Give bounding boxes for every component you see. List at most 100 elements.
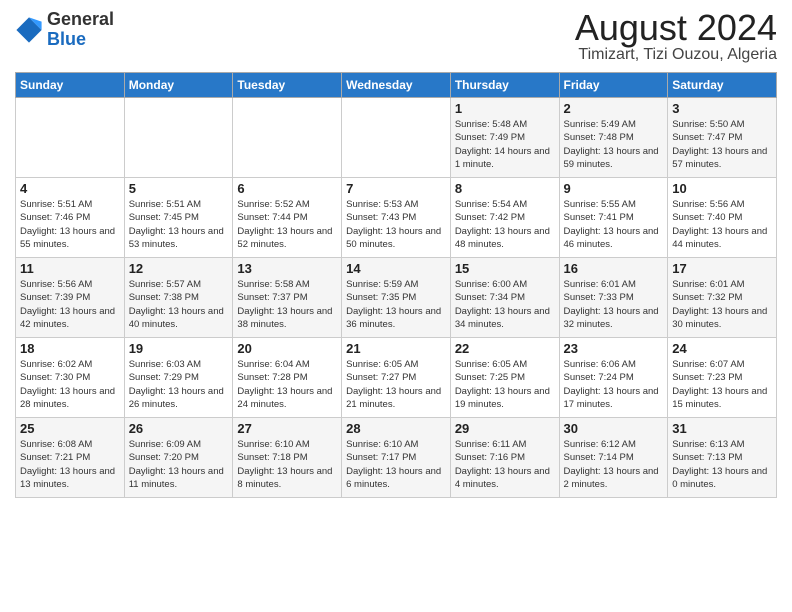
calendar-cell: 18 Sunrise: 6:02 AM Sunset: 7:30 PM Dayli… xyxy=(16,338,125,418)
day-number: 7 xyxy=(346,181,446,196)
calendar-cell: 6 Sunrise: 5:52 AM Sunset: 7:44 PM Daylig… xyxy=(233,178,342,258)
day-info: Sunrise: 5:59 AM Sunset: 7:35 PM Dayligh… xyxy=(346,278,446,331)
calendar-cell: 27Sunrise: 6:10 AM Sunset: 7:18 PM Dayli… xyxy=(233,418,342,498)
day-number: 31 xyxy=(672,421,772,436)
calendar-cell: 10Sunrise: 5:56 AM Sunset: 7:40 PM Dayli… xyxy=(668,178,777,258)
calendar-week-1: 1 Sunrise: 5:48 AM Sunset: 7:49 PM Daylig… xyxy=(16,98,777,178)
day-info: Sunrise: 5:51 AM Sunset: 7:45 PM Dayligh… xyxy=(129,198,229,251)
calendar-cell: 5 Sunrise: 5:51 AM Sunset: 7:45 PM Daylig… xyxy=(124,178,233,258)
calendar-cell xyxy=(16,98,125,178)
calendar-cell: 8Sunrise: 5:54 AM Sunset: 7:42 PM Daylig… xyxy=(450,178,559,258)
calendar-cell: 9 Sunrise: 5:55 AM Sunset: 7:41 PM Daylig… xyxy=(559,178,668,258)
day-info: Sunrise: 6:11 AM Sunset: 7:16 PM Dayligh… xyxy=(455,438,555,491)
day-header-friday: Friday xyxy=(559,73,668,98)
calendar-cell: 22 Sunrise: 6:05 AM Sunset: 7:25 PM Dayli… xyxy=(450,338,559,418)
page-title: August 2024 xyxy=(575,10,777,46)
calendar-cell: 16 Sunrise: 6:01 AM Sunset: 7:33 PM Dayli… xyxy=(559,258,668,338)
day-info: Sunrise: 5:56 AM Sunset: 7:39 PM Dayligh… xyxy=(20,278,120,331)
day-number: 26 xyxy=(129,421,229,436)
calendar-cell: 19Sunrise: 6:03 AM Sunset: 7:29 PM Dayli… xyxy=(124,338,233,418)
day-header-sunday: Sunday xyxy=(16,73,125,98)
calendar-cell: 20Sunrise: 6:04 AM Sunset: 7:28 PM Dayli… xyxy=(233,338,342,418)
calendar-week-3: 11 Sunrise: 5:56 AM Sunset: 7:39 PM Dayli… xyxy=(16,258,777,338)
calendar-cell: 14Sunrise: 5:59 AM Sunset: 7:35 PM Dayli… xyxy=(342,258,451,338)
day-info: Sunrise: 6:05 AM Sunset: 7:25 PM Dayligh… xyxy=(455,358,555,411)
day-number: 1 xyxy=(455,101,555,116)
day-number: 18 xyxy=(20,341,120,356)
day-info: Sunrise: 5:55 AM Sunset: 7:41 PM Dayligh… xyxy=(564,198,664,251)
calendar-cell: 3 Sunrise: 5:50 AM Sunset: 7:47 PM Daylig… xyxy=(668,98,777,178)
calendar-cell: 23Sunrise: 6:06 AM Sunset: 7:24 PM Dayli… xyxy=(559,338,668,418)
calendar-cell: 17 Sunrise: 6:01 AM Sunset: 7:32 PM Dayli… xyxy=(668,258,777,338)
day-number: 19 xyxy=(129,341,229,356)
day-number: 30 xyxy=(564,421,664,436)
day-number: 13 xyxy=(237,261,337,276)
day-number: 8 xyxy=(455,181,555,196)
day-info: Sunrise: 5:57 AM Sunset: 7:38 PM Dayligh… xyxy=(129,278,229,331)
calendar-cell: 15Sunrise: 6:00 AM Sunset: 7:34 PM Dayli… xyxy=(450,258,559,338)
day-info: Sunrise: 6:05 AM Sunset: 7:27 PM Dayligh… xyxy=(346,358,446,411)
day-number: 28 xyxy=(346,421,446,436)
page-subtitle: Timizart, Tizi Ouzou, Algeria xyxy=(575,46,777,64)
logo-icon xyxy=(15,16,43,44)
logo-general-text: General xyxy=(47,9,114,29)
day-info: Sunrise: 5:50 AM Sunset: 7:47 PM Dayligh… xyxy=(672,118,772,171)
calendar-week-4: 18 Sunrise: 6:02 AM Sunset: 7:30 PM Dayli… xyxy=(16,338,777,418)
calendar-cell: 25 Sunrise: 6:08 AM Sunset: 7:21 PM Dayli… xyxy=(16,418,125,498)
calendar-cell xyxy=(124,98,233,178)
day-number: 27 xyxy=(237,421,337,436)
day-number: 25 xyxy=(20,421,120,436)
calendar-cell: 21Sunrise: 6:05 AM Sunset: 7:27 PM Dayli… xyxy=(342,338,451,418)
calendar-cell xyxy=(342,98,451,178)
calendar-cell: 1 Sunrise: 5:48 AM Sunset: 7:49 PM Daylig… xyxy=(450,98,559,178)
calendar-cell: 12 Sunrise: 5:57 AM Sunset: 7:38 PM Dayli… xyxy=(124,258,233,338)
calendar-week-5: 25 Sunrise: 6:08 AM Sunset: 7:21 PM Dayli… xyxy=(16,418,777,498)
day-number: 6 xyxy=(237,181,337,196)
calendar-cell xyxy=(233,98,342,178)
calendar-table: SundayMondayTuesdayWednesdayThursdayFrid… xyxy=(15,72,777,498)
day-info: Sunrise: 6:06 AM Sunset: 7:24 PM Dayligh… xyxy=(564,358,664,411)
day-number: 22 xyxy=(455,341,555,356)
calendar-cell: 2Sunrise: 5:49 AM Sunset: 7:48 PM Daylig… xyxy=(559,98,668,178)
calendar-cell: 28Sunrise: 6:10 AM Sunset: 7:17 PM Dayli… xyxy=(342,418,451,498)
calendar-cell: 13 Sunrise: 5:58 AM Sunset: 7:37 PM Dayli… xyxy=(233,258,342,338)
calendar-week-2: 4Sunrise: 5:51 AM Sunset: 7:46 PM Daylig… xyxy=(16,178,777,258)
calendar-cell: 4Sunrise: 5:51 AM Sunset: 7:46 PM Daylig… xyxy=(16,178,125,258)
calendar-cell: 24Sunrise: 6:07 AM Sunset: 7:23 PM Dayli… xyxy=(668,338,777,418)
day-info: Sunrise: 5:49 AM Sunset: 7:48 PM Dayligh… xyxy=(564,118,664,171)
day-info: Sunrise: 5:53 AM Sunset: 7:43 PM Dayligh… xyxy=(346,198,446,251)
day-number: 3 xyxy=(672,101,772,116)
day-header-saturday: Saturday xyxy=(668,73,777,98)
day-info: Sunrise: 6:04 AM Sunset: 7:28 PM Dayligh… xyxy=(237,358,337,411)
calendar-cell: 29Sunrise: 6:11 AM Sunset: 7:16 PM Dayli… xyxy=(450,418,559,498)
day-info: Sunrise: 5:48 AM Sunset: 7:49 PM Dayligh… xyxy=(455,118,555,171)
title-block: August 2024 Timizart, Tizi Ouzou, Algeri… xyxy=(575,10,777,64)
day-number: 11 xyxy=(20,261,120,276)
calendar-cell: 11 Sunrise: 5:56 AM Sunset: 7:39 PM Dayli… xyxy=(16,258,125,338)
calendar-header-row: SundayMondayTuesdayWednesdayThursdayFrid… xyxy=(16,73,777,98)
logo: General Blue xyxy=(15,10,114,50)
day-info: Sunrise: 6:08 AM Sunset: 7:21 PM Dayligh… xyxy=(20,438,120,491)
calendar-cell: 26Sunrise: 6:09 AM Sunset: 7:20 PM Dayli… xyxy=(124,418,233,498)
day-number: 4 xyxy=(20,181,120,196)
day-number: 9 xyxy=(564,181,664,196)
day-number: 12 xyxy=(129,261,229,276)
day-number: 17 xyxy=(672,261,772,276)
page-header: General Blue August 2024 Timizart, Tizi … xyxy=(15,10,777,64)
day-info: Sunrise: 6:02 AM Sunset: 7:30 PM Dayligh… xyxy=(20,358,120,411)
day-header-thursday: Thursday xyxy=(450,73,559,98)
day-number: 15 xyxy=(455,261,555,276)
calendar-cell: 7 Sunrise: 5:53 AM Sunset: 7:43 PM Daylig… xyxy=(342,178,451,258)
day-header-monday: Monday xyxy=(124,73,233,98)
day-number: 5 xyxy=(129,181,229,196)
day-info: Sunrise: 5:58 AM Sunset: 7:37 PM Dayligh… xyxy=(237,278,337,331)
day-header-tuesday: Tuesday xyxy=(233,73,342,98)
day-info: Sunrise: 5:52 AM Sunset: 7:44 PM Dayligh… xyxy=(237,198,337,251)
calendar-cell: 30Sunrise: 6:12 AM Sunset: 7:14 PM Dayli… xyxy=(559,418,668,498)
logo-blue-text: Blue xyxy=(47,29,86,49)
day-info: Sunrise: 6:01 AM Sunset: 7:32 PM Dayligh… xyxy=(672,278,772,331)
day-number: 16 xyxy=(564,261,664,276)
day-info: Sunrise: 6:01 AM Sunset: 7:33 PM Dayligh… xyxy=(564,278,664,331)
day-info: Sunrise: 6:07 AM Sunset: 7:23 PM Dayligh… xyxy=(672,358,772,411)
calendar-cell: 31Sunrise: 6:13 AM Sunset: 7:13 PM Dayli… xyxy=(668,418,777,498)
